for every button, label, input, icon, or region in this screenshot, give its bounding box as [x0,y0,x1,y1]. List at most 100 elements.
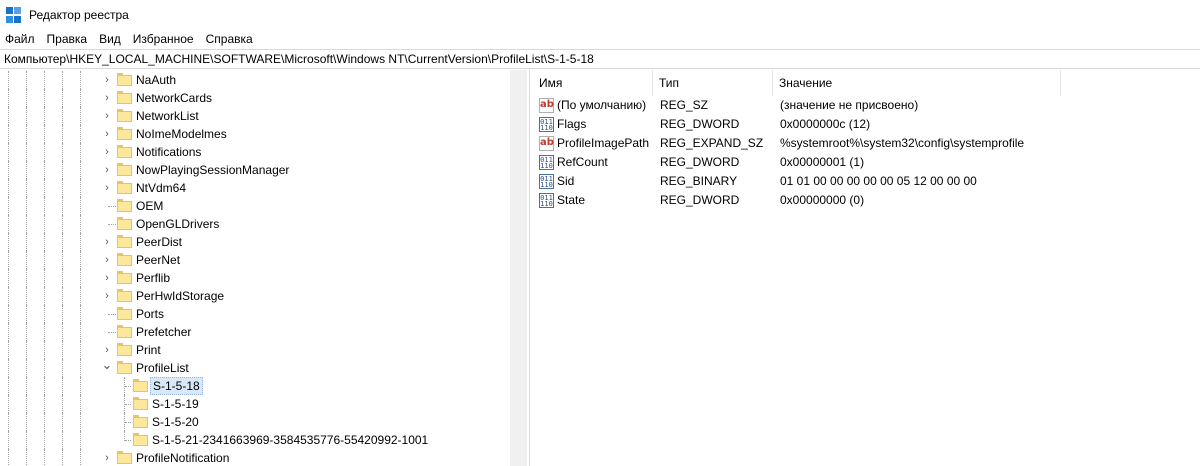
tree-row[interactable]: S-1-5-18 [0,377,520,395]
key-tree[interactable]: › NaAuth › NetworkCards › NetworkList › NoImeMo… [0,70,520,466]
tree-item-label[interactable]: Print [134,341,163,359]
tree-guide-line [108,332,116,333]
folder-icon [117,163,132,176]
tree-row[interactable]: › NaAuth [0,71,520,89]
tree-guide-line [80,89,81,107]
chevron-right-icon[interactable]: › [101,74,113,86]
tree-row[interactable]: › ProfileNotification [0,449,520,466]
folder-body [117,183,132,194]
tree-row[interactable]: › NetworkCards [0,89,520,107]
tree-item-label[interactable]: PerHwIdStorage [134,287,226,305]
chevron-down-icon[interactable]: ⌄ [101,358,113,371]
chevron-right-icon[interactable]: › [101,92,113,104]
tree-row[interactable]: › NetworkList [0,107,520,125]
tree-item-label[interactable]: Perflib [134,269,172,287]
pane-splitter[interactable] [529,70,530,466]
tree-row[interactable]: › PerHwIdStorage [0,287,520,305]
value-data: 0x00000000 (0) [780,193,865,207]
folder-icon [117,361,132,374]
tree-guide-line [8,215,9,233]
column-header-name[interactable]: Имя [533,70,653,96]
tree-guide-line [26,449,27,466]
chevron-right-icon[interactable]: › [101,452,113,464]
chevron-right-icon[interactable]: › [101,164,113,176]
tree-row[interactable]: › NowPlayingSessionManager [0,161,520,179]
tree-item-label[interactable]: S-1-5-18 [150,377,203,395]
menu-view[interactable]: Вид [93,30,127,48]
tree-guide-line [8,323,9,341]
tree-item-label[interactable]: PeerNet [134,251,182,269]
address-bar[interactable]: Компьютер\HKEY_LOCAL_MACHINE\SOFTWARE\Mi… [0,49,1200,69]
tree-guide-line [62,305,63,323]
value-row[interactable]: 011 110 Flags REG_DWORD 0x0000000c (12) [533,115,1200,134]
menu-file[interactable]: Файл [0,30,41,48]
tree-row[interactable]: Prefetcher [0,323,520,341]
tree-guide-line [44,251,45,269]
tree-row[interactable]: Ports [0,305,520,323]
tree-row[interactable]: S-1-5-21-2341663969-3584535776-55420992-… [0,431,520,449]
tree-item-label[interactable]: ProfileList [134,359,191,377]
tree-item-label[interactable]: Prefetcher [134,323,193,341]
chevron-right-icon[interactable]: › [101,182,113,194]
chevron-right-icon[interactable]: › [101,272,113,284]
tree-row[interactable]: › PeerDist [0,233,520,251]
tree-item-label[interactable]: NetworkCards [134,89,214,107]
tree-guide-line [8,431,9,449]
value-row[interactable]: 011 110 Sid REG_BINARY 01 01 00 00 00 00 00… [533,172,1200,191]
column-header-data[interactable]: Значение [773,70,1061,96]
tree-row[interactable]: S-1-5-20 [0,413,520,431]
chevron-right-icon[interactable]: › [101,110,113,122]
tree-row[interactable]: › Notifications [0,143,520,161]
tree-item-label[interactable]: S-1-5-20 [150,413,201,431]
tree-item-label[interactable]: S-1-5-19 [150,395,201,413]
tree-guide-line [44,215,45,233]
tree-item-label[interactable]: NaAuth [134,71,178,89]
tree-guide-line [26,125,27,143]
value-row[interactable]: ab ProfileImagePath REG_EXPAND_SZ %systemro… [533,134,1200,153]
value-row[interactable]: 011 110 RefCount REG_DWORD 0x00000001 (1) [533,153,1200,172]
menu-help[interactable]: Справка [200,30,259,48]
chevron-right-icon[interactable]: › [101,146,113,158]
folder-body [117,273,132,284]
tree-item-label[interactable]: NoImeModelmes [134,125,229,143]
tree-guide-line [8,125,9,143]
tree-row[interactable]: › Print [0,341,520,359]
tree-item-label[interactable]: OpenGLDrivers [134,215,221,233]
tree-row[interactable]: › Perflib [0,269,520,287]
tree-item-label[interactable]: PeerDist [134,233,184,251]
menu-edit[interactable]: Правка [41,30,94,48]
tree-item-label[interactable]: Notifications [134,143,203,161]
tree-row[interactable]: OEM [0,197,520,215]
column-header-type[interactable]: Тип [653,70,773,96]
tree-item-label[interactable]: S-1-5-21-2341663969-3584535776-55420992-… [150,431,430,449]
tree-item-label[interactable]: NetworkList [134,107,201,125]
chevron-right-icon[interactable]: › [101,236,113,248]
tree-scrollbar[interactable] [510,70,527,466]
tree-guide-line [8,287,9,305]
tree-row[interactable]: OpenGLDrivers [0,215,520,233]
value-row[interactable]: ab (По умолчанию) REG_SZ (значение не присв… [533,96,1200,115]
tree-guide-line [8,395,9,413]
tree-row[interactable]: ⌄ ProfileList [0,358,520,377]
tree-item-label[interactable]: OEM [134,197,165,215]
chevron-right-icon[interactable]: › [101,128,113,140]
window-title: Редактор реестра [29,8,129,22]
tree-guide-line [8,179,9,197]
folder-body [117,327,132,338]
tree-row[interactable]: › NoImeModelmes [0,125,520,143]
tree-item-label[interactable]: NowPlayingSessionManager [134,161,291,179]
tree-item-label[interactable]: ProfileNotification [134,449,231,466]
tree-row[interactable]: › PeerNet [0,251,520,269]
tree-row[interactable]: S-1-5-19 [0,395,520,413]
chevron-right-icon[interactable]: › [101,254,113,266]
tree-guide-line [44,287,45,305]
tree-item-label[interactable]: Ports [134,305,166,323]
menu-favorites[interactable]: Избранное [127,30,200,48]
value-row[interactable]: 011 110 State REG_DWORD 0x00000000 (0) [533,191,1200,210]
tree-guide-line [62,377,63,395]
chevron-right-icon[interactable]: › [101,344,113,356]
chevron-right-icon[interactable]: › [101,290,113,302]
tree-guide-line [44,449,45,466]
tree-row[interactable]: › NtVdm64 [0,179,520,197]
tree-item-label[interactable]: NtVdm64 [134,179,188,197]
